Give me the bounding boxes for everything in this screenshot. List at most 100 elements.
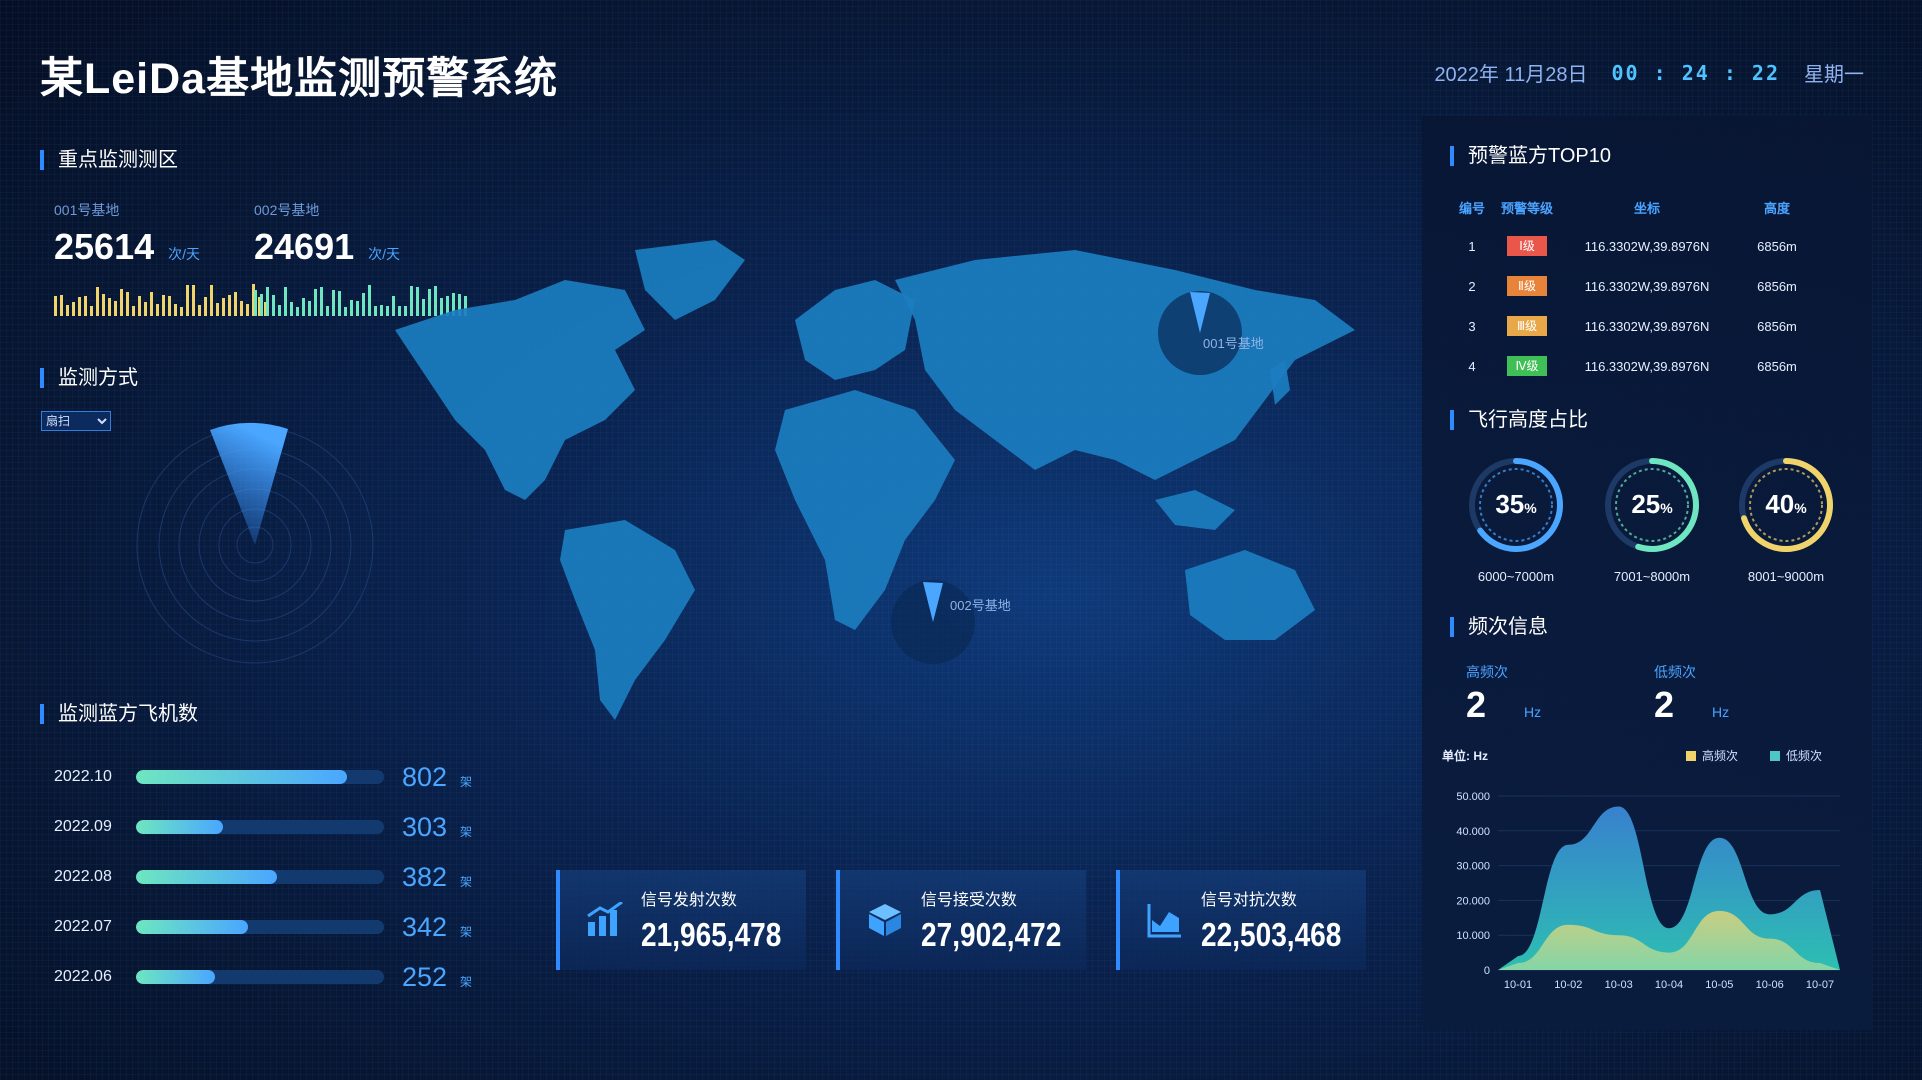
monitor-mode-select[interactable]: 扇扫 (41, 411, 111, 431)
level-badge: Ⅲ级 (1507, 316, 1547, 336)
base-unit: 次/天 (168, 246, 200, 262)
x-tick-label: 10-07 (1806, 979, 1834, 991)
table-row[interactable]: 3 Ⅲ级 116.3302W,39.8976N 6856m (1452, 306, 1822, 346)
data-point (1617, 805, 1620, 808)
col-coord: 坐标 (1633, 200, 1660, 216)
data-point (1668, 951, 1671, 954)
base-value: 24691 (254, 226, 355, 267)
spark-bar (216, 303, 219, 316)
continent-north-america (395, 280, 645, 500)
spark-bar (254, 290, 257, 316)
bar-value: 802 (402, 761, 448, 792)
cell-id: 1 (1468, 238, 1476, 254)
data-point (1718, 836, 1721, 839)
freq-high: 高频次 2 Hz (1466, 662, 1541, 726)
bar-chart-icon (586, 892, 625, 948)
map-label-001: 001号基地 (1203, 336, 1264, 351)
x-tick-label: 10-04 (1655, 979, 1683, 991)
altitude-ring: 35% 6000~7000m (1456, 450, 1576, 584)
ring-percent-sign: % (1794, 500, 1807, 516)
spark-bar (168, 296, 171, 316)
cell-height: 6856m (1757, 318, 1797, 334)
spark-bar (386, 306, 389, 316)
freq-low-unit: Hz (1712, 704, 1730, 720)
table-row[interactable]: 4 Ⅳ级 116.3302W,39.8976N 6856m (1452, 346, 1822, 386)
data-point (1768, 937, 1771, 940)
cell-id: 4 (1468, 358, 1476, 374)
freq-high-value: 2 (1466, 684, 1487, 725)
level-badge: Ⅰ级 (1507, 236, 1547, 256)
bar-track (136, 770, 384, 784)
map-marker-001[interactable] (1158, 291, 1242, 375)
freq-high-label: 高频次 (1466, 664, 1508, 680)
continent-australia (1185, 550, 1315, 640)
spark-bar (290, 302, 293, 316)
spark-bar (266, 287, 269, 316)
data-point (1567, 923, 1570, 926)
bar-value: 382 (402, 861, 448, 892)
cell-height: 6856m (1757, 358, 1797, 374)
altitude-ring: 25% 7001~8000m (1592, 450, 1712, 584)
spark-bar (144, 302, 147, 316)
bar-label: 2022.08 (54, 868, 112, 885)
aircraft-bar-row: 2022.07 342 架 (54, 902, 472, 952)
section-title-key-zone: 重点监测测区 (40, 150, 178, 170)
map-marker-002[interactable] (891, 580, 975, 664)
cell-id: 2 (1468, 278, 1476, 294)
bar-label: 2022.10 (54, 768, 112, 785)
table-row[interactable]: 1 Ⅰ级 116.3302W,39.8976N 6856m (1452, 226, 1822, 266)
base-name: 002号基地 (254, 202, 320, 218)
spark-bar (114, 301, 117, 316)
spark-bar (96, 287, 99, 316)
bar-label: 2022.07 (54, 918, 112, 935)
spark-bar (60, 295, 63, 316)
spark-bar (272, 295, 275, 316)
x-tick-label: 10-05 (1705, 979, 1733, 991)
stat-card-emit: 信号发射次数 21,965,478 (556, 870, 806, 970)
sparkline-001 (54, 282, 267, 316)
table-row[interactable]: 2 Ⅱ级 116.3302W,39.8976N 6856m (1452, 266, 1822, 306)
ring-percent: 25 (1631, 489, 1660, 519)
cell-level: Ⅱ级 (1492, 266, 1562, 306)
cell-level: Ⅲ级 (1492, 306, 1562, 346)
spark-bar (332, 290, 335, 316)
spark-bar (278, 305, 281, 316)
map-label-002: 002号基地 (950, 598, 1011, 613)
spark-bar (234, 292, 237, 316)
cell-height: 6856m (1757, 238, 1797, 254)
spark-bar (108, 298, 111, 316)
spark-bar (284, 287, 287, 316)
aircraft-bar-row: 2022.08 382 架 (54, 852, 472, 902)
x-tick-label: 10-06 (1756, 979, 1784, 991)
cell-coord: 116.3302W,39.8976N (1584, 358, 1710, 374)
bar-fill (136, 770, 347, 784)
radar-scope (136, 422, 374, 664)
spark-bar (302, 298, 305, 316)
spark-bar (222, 298, 225, 316)
bar-value: 303 (402, 811, 448, 842)
x-tick-label: 10-03 (1605, 979, 1633, 991)
spark-bar (90, 306, 93, 316)
stat-value: 21,965,478 (640, 916, 782, 953)
legend-label: 低频次 (1786, 749, 1822, 763)
continent-asia (895, 250, 1355, 480)
spark-bar (102, 294, 105, 316)
stat-label: 信号接受次数 (920, 892, 1017, 909)
spark-bar (314, 289, 317, 316)
section-title-top10: 预警蓝方TOP10 (1450, 146, 1611, 166)
date-text: 2022年 11月28日 (1434, 64, 1588, 86)
y-tick-label: 50.000 (1456, 791, 1490, 803)
stat-label: 信号对抗次数 (1200, 892, 1297, 909)
aircraft-bar-row: 2022.10 802 架 (54, 752, 472, 802)
svg-text:40%: 40% (1765, 489, 1807, 519)
bar-fill (136, 870, 278, 884)
spark-bar (350, 300, 353, 316)
data-point (1517, 962, 1520, 965)
bar-unit: 架 (460, 824, 473, 839)
spark-bar (180, 307, 183, 316)
spark-bar (156, 304, 159, 316)
weekday-text: 星期一 (1804, 64, 1864, 86)
stat-label: 信号发射次数 (640, 892, 737, 909)
cell-height: 6856m (1757, 278, 1797, 294)
bar-track (136, 870, 384, 884)
